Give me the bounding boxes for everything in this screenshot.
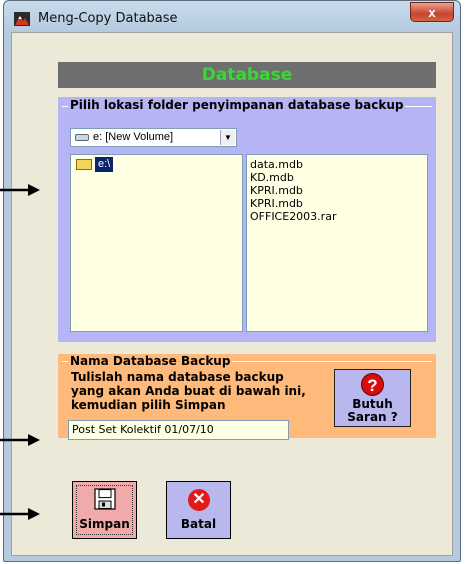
question-icon: ?: [361, 373, 384, 396]
help-button-label: Butuh Saran ?: [335, 398, 410, 424]
backup-instructions: Tulislah nama database backup yang akan …: [71, 370, 321, 412]
pointer-arrow-icon: [0, 184, 40, 196]
directory-item[interactable]: e:\: [73, 157, 159, 172]
app-icon: [14, 12, 30, 26]
file-item[interactable]: KD.mdb: [250, 171, 427, 184]
app-window: Meng-Copy Database x Database Pilih loka…: [3, 0, 461, 562]
save-button-label: Simpan: [79, 517, 130, 531]
file-list[interactable]: data.mdb KD.mdb KPRI.mdb KPRI.mdb OFFICE…: [246, 154, 428, 332]
chevron-down-icon[interactable]: ▼: [220, 130, 235, 145]
directory-list[interactable]: e:\: [70, 154, 243, 332]
database-header: Database: [58, 62, 436, 88]
directory-item-label: e:\: [95, 157, 114, 172]
save-button[interactable]: Simpan: [72, 481, 137, 539]
pointer-arrow-icon: [0, 434, 40, 446]
dialog-client-area: Database Pilih lokasi folder penyimpanan…: [11, 32, 453, 556]
cancel-button[interactable]: ✕ Batal: [166, 481, 231, 539]
drive-dropdown-value: e: [New Volume]: [93, 131, 174, 143]
window-title: Meng-Copy Database: [38, 11, 178, 26]
folder-selection-group: Pilih lokasi folder penyimpanan database…: [58, 97, 436, 342]
cancel-x-icon: ✕: [188, 489, 210, 511]
backup-name-input[interactable]: Post Set Kolektif 01/07/10: [68, 420, 289, 440]
instruction-line: kemudian pilih Simpan: [71, 398, 226, 412]
file-item[interactable]: KPRI.mdb: [250, 197, 427, 210]
close-icon: x: [428, 5, 436, 20]
help-label-line2: Saran ?: [347, 410, 398, 424]
folder-group-label: Pilih lokasi folder penyimpanan database…: [68, 98, 406, 112]
instruction-line: Tulislah nama database backup: [71, 370, 284, 384]
pointer-arrow-icon: [0, 508, 40, 520]
file-item[interactable]: KPRI.mdb: [250, 184, 427, 197]
help-button[interactable]: ? Butuh Saran ?: [334, 369, 411, 427]
backup-name-group: Nama Database Backup Tulislah nama datab…: [58, 354, 436, 440]
backup-name-group-label: Nama Database Backup: [68, 354, 233, 368]
file-item[interactable]: OFFICE2003.rar: [250, 210, 427, 223]
instruction-line: yang akan Anda buat di bawah ini,: [71, 384, 306, 398]
title-bar[interactable]: Meng-Copy Database x: [4, 1, 460, 35]
floppy-disk-icon: [94, 488, 116, 510]
open-folder-icon: [76, 159, 92, 170]
drive-dropdown[interactable]: e: [New Volume] ▼: [70, 128, 237, 147]
file-item[interactable]: data.mdb: [250, 158, 427, 171]
close-button[interactable]: x: [410, 2, 454, 22]
drive-icon: [75, 134, 89, 141]
cancel-button-label: Batal: [180, 517, 217, 531]
